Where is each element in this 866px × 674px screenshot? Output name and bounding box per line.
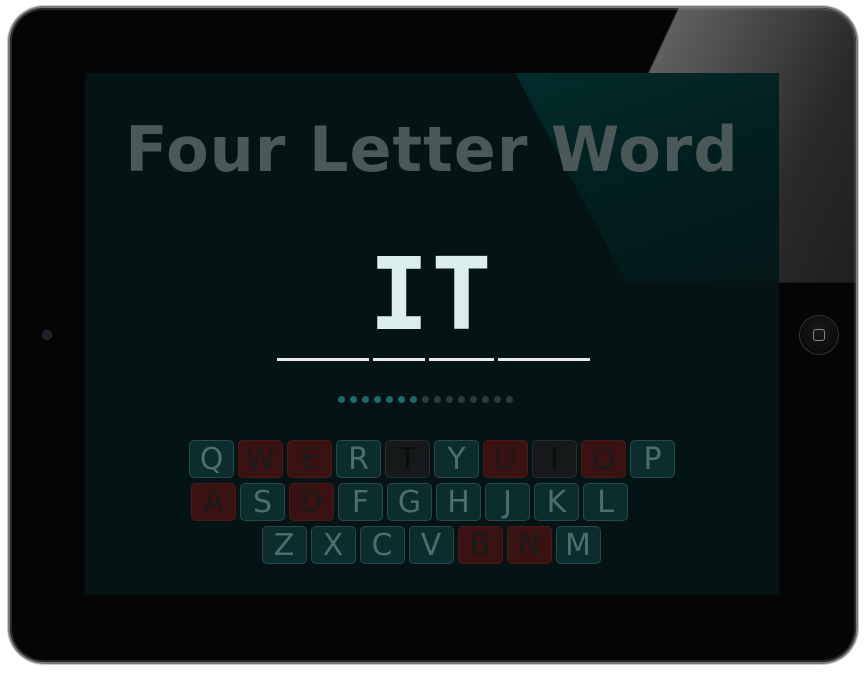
keyboard-row: QWERTYUIOP — [85, 440, 779, 478]
progress-dot — [470, 396, 477, 403]
letter-slot-text: I — [368, 236, 430, 353]
progress-dots — [338, 396, 513, 404]
progress-dot — [362, 396, 369, 403]
letter-slot-4 — [498, 249, 590, 361]
letter-slot-underline — [277, 358, 369, 361]
key-u[interactable]: U — [483, 440, 528, 478]
key-s[interactable]: S — [240, 483, 285, 521]
key-z[interactable]: Z — [261, 526, 307, 564]
letter-slot-2: I — [369, 245, 429, 361]
letter-slot-underline — [429, 358, 494, 361]
home-button[interactable] — [800, 316, 838, 354]
key-y[interactable]: Y — [434, 440, 479, 478]
progress-dot — [494, 396, 501, 403]
key-b[interactable]: B — [457, 526, 503, 564]
key-k[interactable]: K — [534, 483, 579, 521]
progress-dot — [482, 396, 489, 403]
progress-dot — [458, 396, 465, 403]
keyboard-row: ASDFGHJKL — [85, 483, 779, 521]
word-display: I T — [277, 245, 590, 361]
key-c[interactable]: C — [359, 526, 405, 564]
letter-slot-underline — [498, 358, 590, 361]
progress-dot — [350, 396, 357, 403]
keyboard-row: ZXCVBNM — [85, 526, 779, 564]
key-d[interactable]: D — [289, 483, 334, 521]
home-button-icon — [813, 329, 825, 341]
key-m[interactable]: M — [555, 526, 601, 564]
key-a[interactable]: A — [191, 483, 236, 521]
key-g[interactable]: G — [387, 483, 432, 521]
letter-slot-1 — [277, 249, 369, 361]
key-t[interactable]: T — [385, 440, 430, 478]
camera-icon — [43, 331, 51, 339]
progress-dot — [410, 396, 417, 403]
letter-keyboard: QWERTYUIOP ASDFGHJKL ZXCVBNM — [85, 440, 779, 569]
game-screen: Four Letter Word I T QWERTYUIOPASDFGHJKL… — [85, 73, 779, 595]
key-q[interactable]: Q — [189, 440, 234, 478]
ipad-frame: Four Letter Word I T QWERTYUIOPASDFGHJKL… — [10, 8, 856, 662]
progress-dot — [386, 396, 393, 403]
progress-dot — [506, 396, 513, 403]
letter-slot-3: T — [429, 245, 494, 361]
key-v[interactable]: V — [408, 526, 454, 564]
progress-dot — [374, 396, 381, 403]
letter-slot-text: T — [431, 236, 492, 353]
progress-dot — [446, 396, 453, 403]
key-w[interactable]: W — [238, 440, 283, 478]
key-i[interactable]: I — [532, 440, 577, 478]
progress-dot — [398, 396, 405, 403]
progress-dot — [434, 396, 441, 403]
key-o[interactable]: O — [581, 440, 626, 478]
key-h[interactable]: H — [436, 483, 481, 521]
key-j[interactable]: J — [485, 483, 530, 521]
key-p[interactable]: P — [630, 440, 675, 478]
letter-slot-underline — [373, 358, 425, 361]
key-n[interactable]: N — [506, 526, 552, 564]
key-e[interactable]: E — [287, 440, 332, 478]
key-l[interactable]: L — [583, 483, 628, 521]
progress-dot — [338, 396, 345, 403]
progress-dot — [422, 396, 429, 403]
key-f[interactable]: F — [338, 483, 383, 521]
key-r[interactable]: R — [336, 440, 381, 478]
game-title: Four Letter Word — [125, 113, 739, 186]
key-x[interactable]: X — [310, 526, 356, 564]
